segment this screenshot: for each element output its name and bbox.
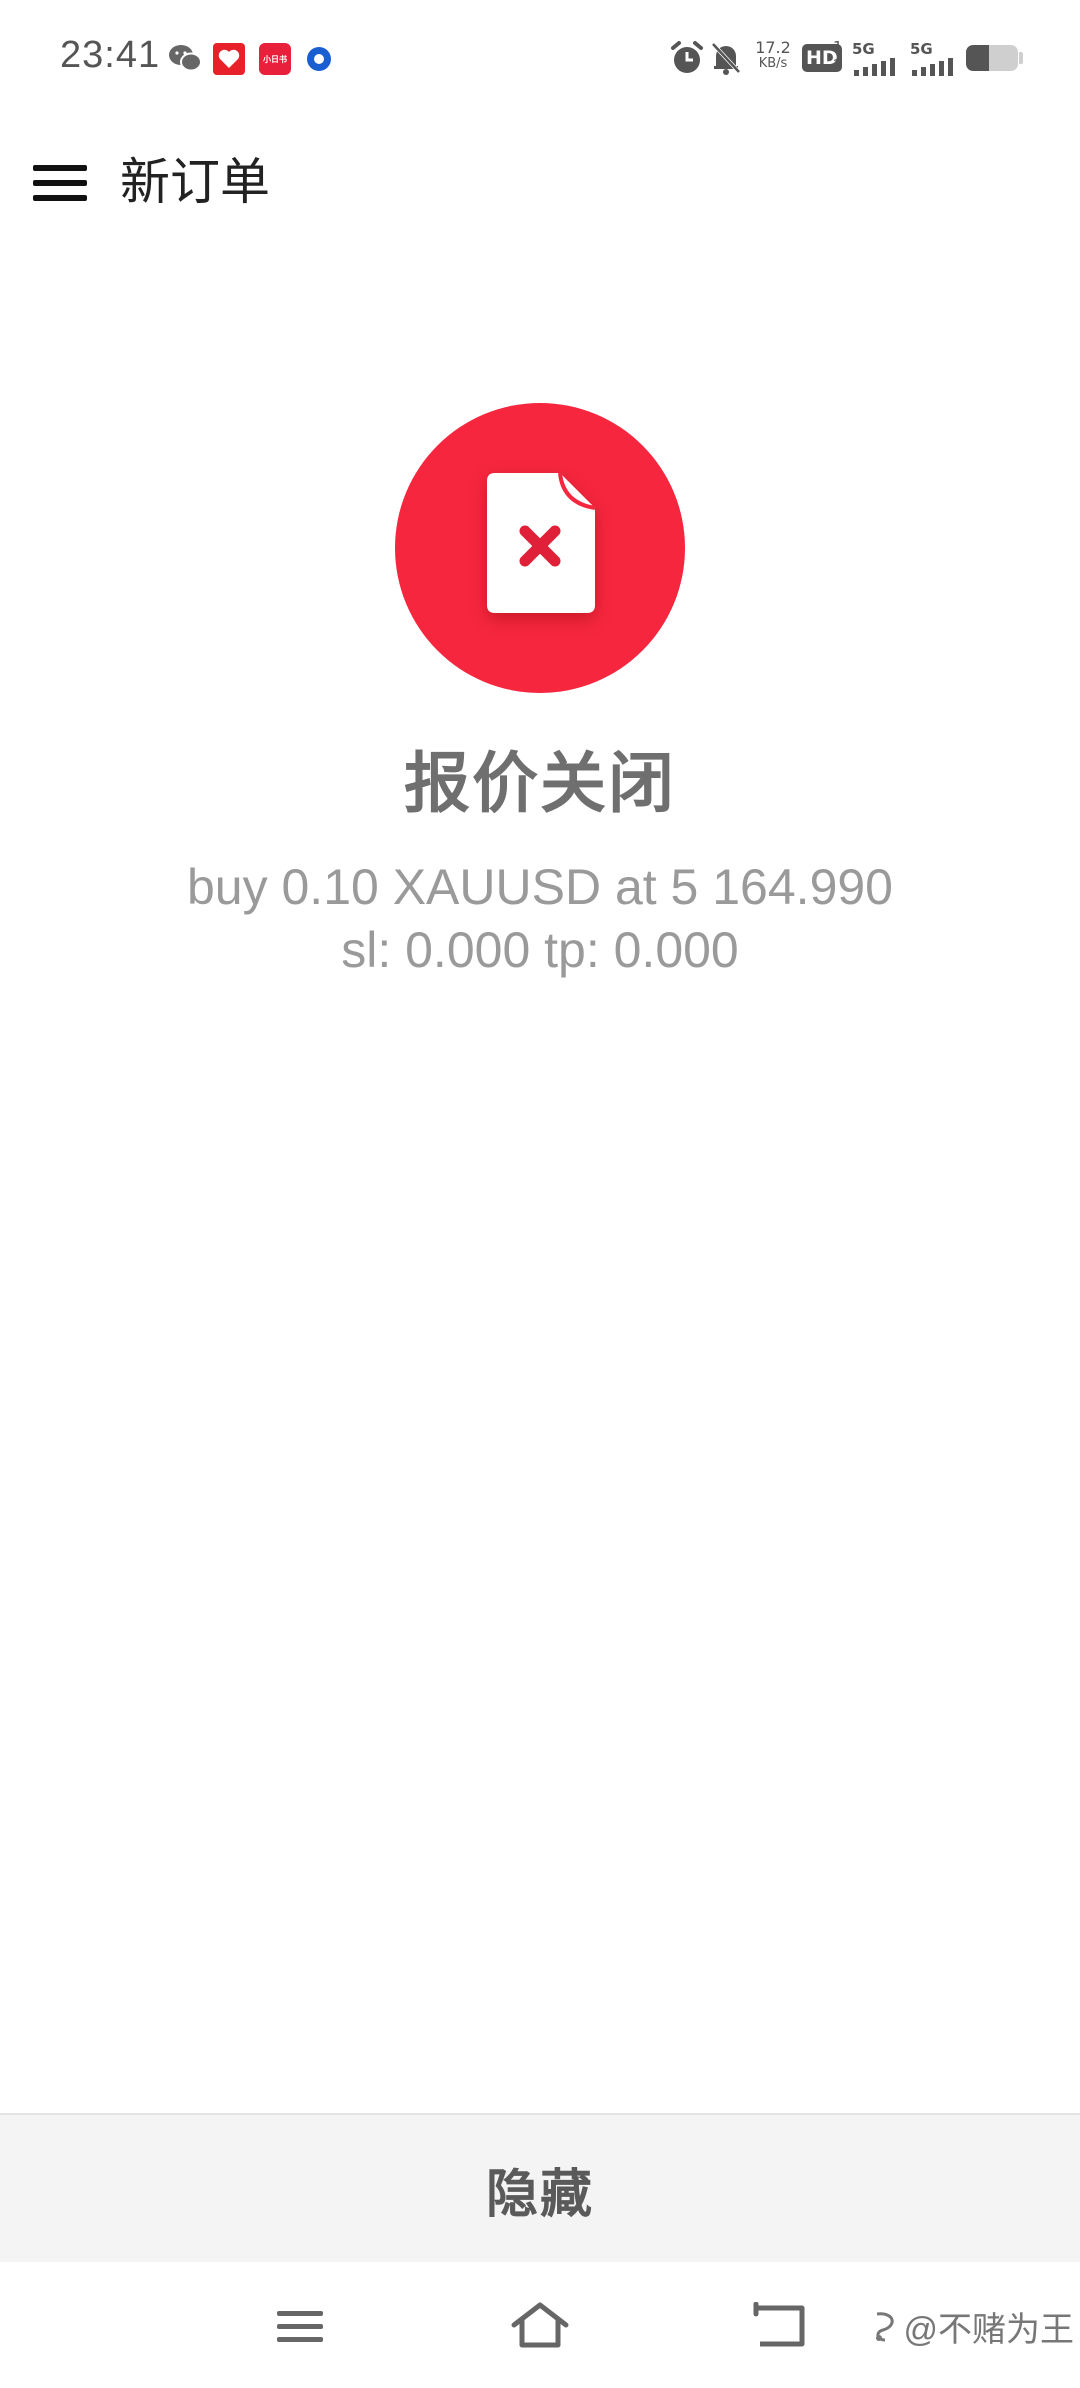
sim1-label: 1 bbox=[833, 38, 843, 56]
nav-menu-button[interactable] bbox=[258, 2284, 342, 2368]
result-title: 报价关闭 bbox=[404, 746, 676, 820]
watermark: @不赌为王 bbox=[871, 2302, 1074, 2351]
network-speed-unit: KB/s bbox=[758, 56, 788, 71]
signal-1-label: 5G bbox=[852, 40, 875, 58]
watermark-text: @不赌为王 bbox=[903, 2311, 1074, 2349]
back-icon bbox=[753, 2302, 805, 2347]
app-bar: 新订单 bbox=[0, 130, 1080, 240]
zhihu-logo-icon bbox=[876, 2311, 894, 2341]
xiaohongshu-icon: 小日书 bbox=[259, 43, 291, 75]
signal-2-icon: 5G bbox=[910, 40, 956, 76]
nav-back-button[interactable] bbox=[738, 2284, 822, 2368]
sl-tp-details: sl: 0.000 tp: 0.000 bbox=[341, 922, 739, 978]
signal-2-label: 5G bbox=[910, 40, 933, 58]
battery-icon bbox=[966, 45, 1018, 71]
hamburger-menu-icon bbox=[33, 165, 87, 201]
wechat-icon bbox=[169, 45, 202, 72]
status-time: 23:41 bbox=[60, 34, 161, 76]
signal-1-icon: 5G bbox=[852, 40, 896, 76]
red-app-icon bbox=[213, 43, 245, 75]
battery-fill bbox=[966, 45, 990, 71]
network-speed: 17.2 KB/s bbox=[752, 40, 794, 72]
nav-menu-icon bbox=[277, 2311, 323, 2342]
screen: 23:41 小日书 17.2 KB/s HD 1 2 5G 5G 新订单 报价关… bbox=[0, 0, 1080, 2388]
quote-closed-icon bbox=[395, 403, 685, 693]
sim2-label: 2 bbox=[833, 56, 843, 74]
page-title: 新订单 bbox=[120, 154, 270, 210]
home-icon bbox=[511, 2302, 569, 2348]
battery-tip bbox=[1019, 52, 1023, 64]
blue-app-icon bbox=[307, 47, 331, 71]
hide-button-label: 隐藏 bbox=[485, 2165, 594, 2224]
order-details: buy 0.10 XAUUSD at 5 164.990 bbox=[186, 859, 893, 915]
hide-button[interactable]: 隐藏 bbox=[0, 2113, 1080, 2263]
alarm-icon bbox=[671, 41, 703, 73]
network-speed-value: 17.2 bbox=[755, 38, 791, 57]
status-bar: 23:41 小日书 17.2 KB/s HD 1 2 5G 5G bbox=[0, 0, 1080, 120]
menu-button[interactable] bbox=[22, 150, 98, 216]
nav-home-button[interactable] bbox=[498, 2284, 582, 2368]
xiaohongshu-icon-text: 小日书 bbox=[263, 54, 287, 64]
system-nav-bar: @不赌为王 bbox=[0, 2262, 1080, 2388]
mute-bell-icon bbox=[711, 42, 741, 75]
